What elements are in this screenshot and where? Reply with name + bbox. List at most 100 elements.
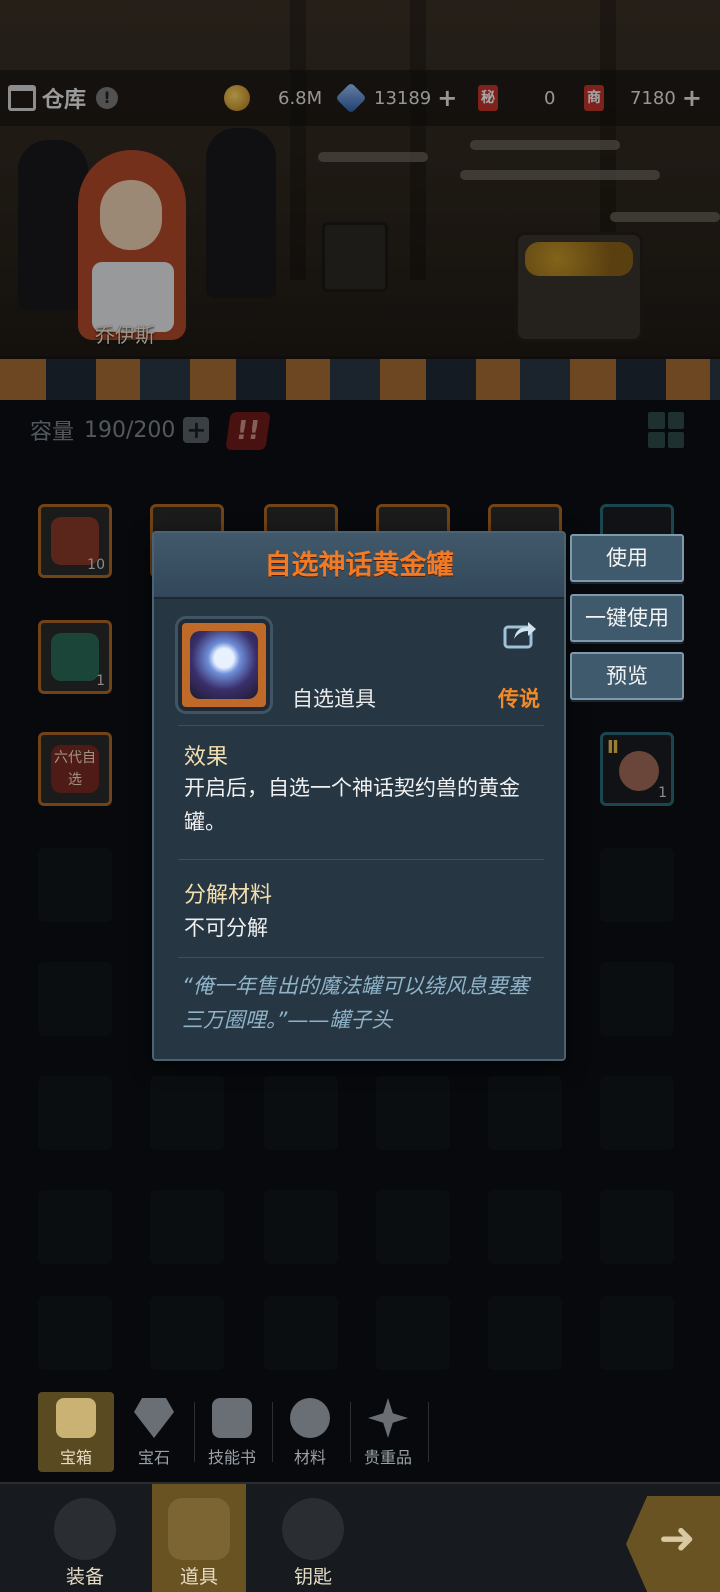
empty-slot [600, 962, 674, 1036]
expand-capacity-icon[interactable]: + [183, 417, 210, 443]
armor-stand [206, 128, 276, 298]
use-button[interactable]: 使用 [570, 534, 684, 582]
sword-decoration [470, 140, 620, 150]
empty-slot [488, 1076, 562, 1150]
sword-decoration [460, 170, 660, 180]
empty-slot [150, 1190, 224, 1264]
tab-chest[interactable]: 宝箱 [38, 1392, 114, 1472]
page-title: 仓库 [42, 88, 87, 113]
gold-pile [525, 242, 633, 276]
wall-beam [410, 0, 426, 280]
ticket-b-counter: 商 7180 + [584, 70, 702, 126]
effect-title: 效果 [184, 745, 229, 770]
inventory-slot[interactable]: 10 [38, 504, 112, 578]
arrow-right-icon: ➜ [658, 1513, 696, 1564]
flavor-quote: “俺一年售出的魔法罐可以绕风息要塞三万圈哩。”——罐子头 [182, 974, 529, 1032]
hero-face [100, 180, 162, 250]
empty-slot [38, 1190, 112, 1264]
tab-divider [428, 1402, 429, 1462]
preview-button[interactable]: 预览 [570, 652, 684, 700]
empty-slot [600, 1076, 674, 1150]
ticket-a-counter: 秘 0 [478, 70, 555, 126]
valuable-icon [368, 1398, 408, 1438]
gold-counter: 6.8M [224, 70, 322, 126]
inventory-slot[interactable]: Ⅱ 1 [600, 732, 674, 806]
bottom-nav: 装备 道具 钥匙 [0, 1482, 720, 1592]
hero-name[interactable]: 乔伊斯 [60, 318, 190, 352]
nav-items[interactable]: 道具 [152, 1484, 246, 1592]
tab-gem[interactable]: 宝石 [116, 1392, 192, 1472]
item-type: 自选道具 [292, 687, 376, 711]
ticket-b-value: 7180 [630, 87, 676, 109]
empty-slot [38, 962, 112, 1036]
gem-counter: 13189 + [335, 70, 457, 126]
floor-trim [0, 356, 720, 400]
key-icon [282, 1498, 344, 1560]
empty-slot [376, 1076, 450, 1150]
gem-value: 13189 [374, 87, 432, 109]
slot-count: 10 [87, 557, 105, 573]
decompose-text: 不可分解 [184, 916, 268, 940]
empty-slot [38, 848, 112, 922]
empty-slot [264, 1296, 338, 1370]
empty-slot [38, 1076, 112, 1150]
resource-bar: 仓库 ! 6.8M 13189 + 秘 0 商 7180 + [0, 70, 720, 126]
empty-slot [376, 1296, 450, 1370]
chest-icon [56, 1398, 96, 1438]
divider [178, 957, 544, 958]
gold-value: 6.8M [278, 87, 323, 109]
use-all-button[interactable]: 一键使用 [570, 594, 684, 642]
material-icon [290, 1398, 330, 1438]
add-tickets-icon[interactable]: + [682, 84, 702, 112]
nav-keys[interactable]: 钥匙 [266, 1484, 360, 1592]
tab-skill-book[interactable]: 技能书 [194, 1392, 270, 1472]
wall-beam [290, 0, 306, 280]
tab-valuables[interactable]: 贵重品 [350, 1392, 426, 1472]
tab-material[interactable]: 材料 [272, 1392, 348, 1472]
empty-slot [488, 1296, 562, 1370]
six-gen-choice-icon: 六代自选 [51, 745, 99, 793]
ticket-a-value: 0 [544, 87, 556, 109]
gem-icon [134, 1398, 174, 1438]
empty-slot [488, 1190, 562, 1264]
empty-slot [600, 1296, 674, 1370]
inventory-slot[interactable]: 1 [38, 620, 112, 694]
share-icon[interactable] [502, 615, 538, 651]
add-gems-icon[interactable]: + [437, 84, 457, 112]
item-name: 自选神话黄金罐 [264, 550, 454, 581]
warning-icon[interactable]: !! [225, 412, 271, 450]
empty-slot [600, 848, 674, 922]
nav-label: 钥匙 [293, 1566, 332, 1588]
equipment-icon [54, 1498, 116, 1560]
green-box-icon [51, 633, 99, 681]
divider [178, 725, 544, 726]
slot-count: 1 [658, 785, 667, 801]
item-rarity: 传说 [498, 687, 540, 711]
empty-slot [264, 1076, 338, 1150]
inventory-slot[interactable]: 六代自选 [38, 732, 112, 806]
empty-slot [264, 1190, 338, 1264]
gold-coin-icon [224, 85, 250, 111]
warehouse-icon [8, 85, 36, 111]
capacity-row: 容量 190/200 + [30, 412, 210, 448]
warehouse-title: 仓库 ! [8, 70, 119, 126]
nav-equipment[interactable]: 装备 [38, 1484, 132, 1592]
decompose-title: 分解材料 [184, 883, 273, 908]
empty-slot [376, 1190, 450, 1264]
empty-slot [150, 1076, 224, 1150]
capacity-label: 容量 [30, 420, 75, 445]
tab-label: 宝石 [137, 1448, 170, 1467]
grid-view-icon[interactable] [648, 412, 684, 448]
nav-label: 道具 [179, 1566, 218, 1588]
ticket-b-icon: 商 [584, 85, 604, 111]
item-detail-popup: 自选神话黄金罐 自选道具 传说 效果 开启后，自选一个神话契约兽的黄金罐。 分解… [152, 531, 566, 1061]
book-icon [212, 1398, 252, 1438]
tier-badge: Ⅱ [607, 737, 619, 758]
tab-label: 宝箱 [59, 1448, 92, 1467]
info-icon[interactable]: ! [96, 87, 119, 109]
egg-icon [619, 751, 659, 791]
empty-slot [38, 1296, 112, 1370]
bow-decoration [318, 152, 428, 162]
capacity-value: 190/200 [84, 417, 176, 443]
empty-slot [600, 1190, 674, 1264]
